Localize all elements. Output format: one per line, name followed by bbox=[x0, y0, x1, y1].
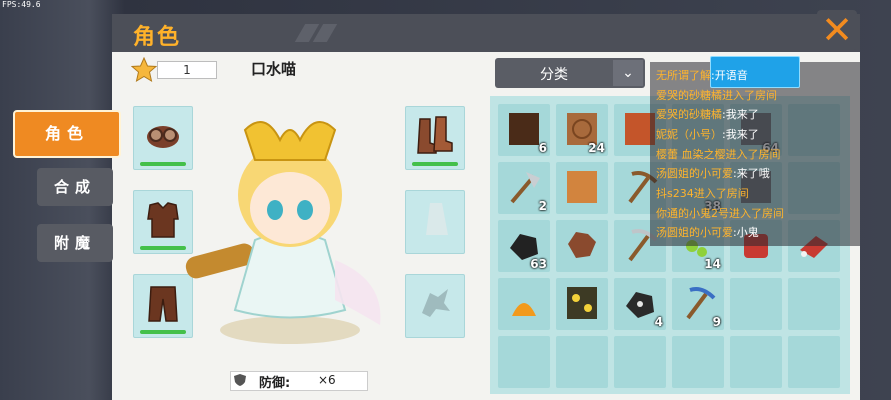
chat-message: 无所谓了解:开语音 bbox=[656, 69, 748, 82]
durability-bar bbox=[140, 246, 186, 250]
inventory-slot[interactable] bbox=[556, 336, 608, 388]
defense-value: ×6 bbox=[318, 373, 336, 387]
chat-message: 汤圆姐的小可爱:小鬼 bbox=[656, 226, 759, 239]
fps-counter: FPS:49.6 bbox=[2, 0, 41, 9]
chat-message: 抖s234进入了房间 bbox=[656, 187, 749, 200]
inventory-slot[interactable]: 4 bbox=[614, 278, 666, 330]
tab-craft[interactable]: 合成 bbox=[37, 168, 113, 206]
inventory-slot[interactable]: 6 bbox=[498, 104, 550, 156]
chat-message: 樱蕾 血染之樱进入了房间 bbox=[656, 148, 781, 161]
wood-plank-icon bbox=[567, 171, 597, 203]
item-count: 14 bbox=[704, 257, 721, 271]
chat-message: 爱哭的砂糖橘:我来了 bbox=[656, 108, 759, 121]
inventory-slot[interactable] bbox=[556, 278, 608, 330]
item-count: 24 bbox=[588, 141, 605, 155]
inventory-slot[interactable]: 2 bbox=[498, 162, 550, 214]
close-icon: ✕ bbox=[821, 8, 853, 52]
tab-role[interactable]: 角色 bbox=[13, 110, 121, 158]
equip-slot-chest[interactable] bbox=[133, 190, 193, 254]
blue-pickaxe-icon bbox=[686, 287, 716, 320]
equip-slot-head[interactable] bbox=[133, 106, 193, 170]
item-count: 2 bbox=[538, 199, 547, 213]
tab-enchant[interactable]: 附魔 bbox=[37, 224, 113, 262]
item-count: 6 bbox=[538, 141, 547, 155]
category-label: 分类 bbox=[540, 67, 568, 83]
inventory-slot[interactable]: 24 bbox=[556, 104, 608, 156]
close-button[interactable]: ✕ bbox=[817, 10, 857, 50]
durability-bar bbox=[412, 162, 458, 166]
item-count: 63 bbox=[530, 257, 547, 271]
equip-slot-mount[interactable] bbox=[405, 274, 465, 338]
leather-hide-icon bbox=[568, 232, 596, 258]
character-avatar bbox=[185, 121, 381, 344]
leather-pants-icon bbox=[148, 286, 178, 322]
inventory-slot[interactable] bbox=[788, 336, 840, 388]
equip-slot-feet[interactable] bbox=[405, 106, 465, 170]
inventory-slot[interactable] bbox=[556, 162, 608, 214]
page-title: 角色 bbox=[133, 25, 182, 50]
defense-box bbox=[230, 371, 368, 391]
panel-header bbox=[112, 14, 860, 52]
inventory-slot[interactable] bbox=[788, 278, 840, 330]
chat-message: 汤圆姐的小可爱:来了哦 bbox=[656, 167, 770, 180]
durability-bar bbox=[140, 162, 186, 166]
chat-message: 妮妮（小号）:我来了 bbox=[656, 128, 759, 141]
inventory-slot[interactable] bbox=[498, 336, 550, 388]
level-display: 1 bbox=[157, 61, 217, 79]
gold-ore-block-icon bbox=[567, 287, 597, 319]
durability-bar bbox=[140, 330, 186, 334]
inventory-slot[interactable] bbox=[672, 336, 724, 388]
inventory-slot[interactable] bbox=[556, 220, 608, 272]
chat-message: 你通的小鬼2号进入了房间 bbox=[656, 207, 784, 220]
chat-message: 爱哭的砂糖橘进入了房间 bbox=[656, 89, 777, 102]
equip-slot-legs[interactable] bbox=[133, 274, 193, 338]
item-count: 9 bbox=[712, 315, 721, 329]
item-count: 4 bbox=[654, 315, 663, 329]
leather-armor-icon bbox=[147, 202, 179, 238]
inventory-slot[interactable] bbox=[614, 336, 666, 388]
inventory-slot[interactable]: 63 bbox=[498, 220, 550, 272]
iron-ore-icon bbox=[626, 292, 654, 318]
defense-label: 防御: bbox=[259, 376, 291, 391]
inventory-slot[interactable]: 9 bbox=[672, 278, 724, 330]
dragon-silhouette-icon bbox=[422, 289, 450, 317]
cape-silhouette-icon bbox=[426, 203, 448, 235]
inventory-slot[interactable] bbox=[730, 336, 782, 388]
leather-boots-icon bbox=[417, 116, 453, 154]
chevron-down-icon[interactable]: ⌄ bbox=[613, 60, 643, 86]
dung-pile-icon bbox=[512, 303, 536, 316]
dirt-block-icon bbox=[509, 113, 539, 145]
inventory-slot[interactable] bbox=[730, 278, 782, 330]
player-name: 口水喵 bbox=[251, 60, 297, 78]
star-icon bbox=[131, 57, 157, 83]
goggles-helmet-icon bbox=[147, 126, 179, 148]
inventory-slot[interactable] bbox=[498, 278, 550, 330]
shield-icon bbox=[234, 374, 246, 386]
stone-axe-icon bbox=[510, 172, 540, 204]
equip-slot-cape[interactable] bbox=[405, 190, 465, 254]
